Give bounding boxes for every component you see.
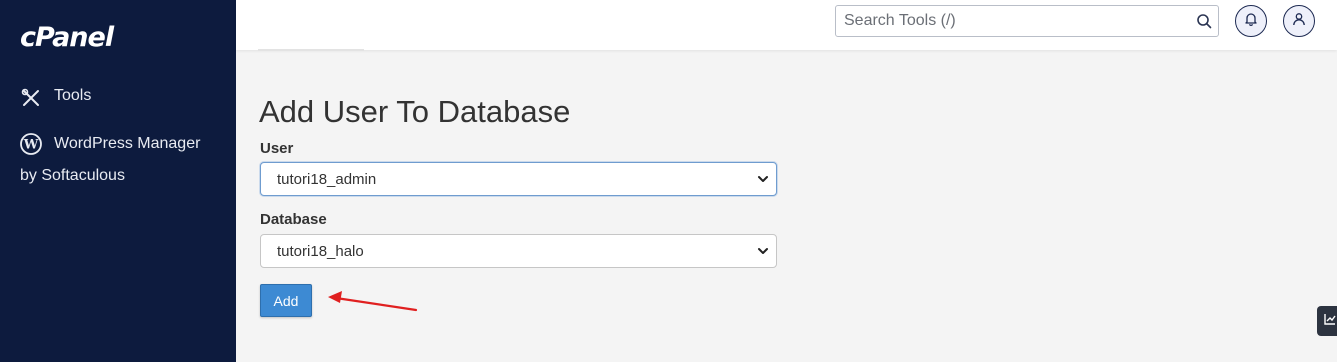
tools-icon — [20, 87, 42, 109]
top-bar — [236, 0, 1337, 50]
svg-text:W: W — [23, 138, 39, 153]
user-select-value: tutori18_admin — [277, 170, 377, 188]
sidebar-item-tools[interactable]: Tools — [20, 87, 91, 109]
chart-icon — [1323, 312, 1337, 331]
sidebar-item-label: WordPress Manager — [54, 135, 201, 152]
page-title: Add User To Database — [259, 94, 571, 129]
chart-widget-button[interactable] — [1317, 306, 1337, 336]
search-icon[interactable] — [1190, 7, 1218, 35]
search-box — [835, 5, 1219, 37]
add-button[interactable]: Add — [260, 284, 312, 317]
user-icon — [1292, 12, 1306, 31]
chevron-down-icon — [756, 172, 770, 186]
sidebar-item-sublabel: by Softaculous — [20, 167, 125, 184]
wordpress-icon: W — [20, 133, 42, 155]
chevron-down-icon — [756, 244, 770, 258]
user-select[interactable]: tutori18_admin — [260, 162, 777, 196]
database-label: Database — [260, 211, 327, 228]
sidebar-item-label: Tools — [54, 87, 92, 104]
user-label: User — [260, 140, 294, 157]
notifications-button[interactable] — [1235, 5, 1267, 37]
database-select[interactable]: tutori18_halo — [260, 234, 777, 268]
annotation-arrow — [328, 291, 418, 312]
sidebar: cPanel Tools W WordPress Manager by Soft… — [0, 0, 236, 362]
tab-divider — [258, 49, 364, 51]
search-input[interactable] — [836, 6, 1190, 36]
bell-icon — [1244, 12, 1258, 31]
cpanel-logo[interactable]: cPanel — [20, 22, 114, 53]
sidebar-item-wordpress-manager[interactable]: W WordPress Manager by Softaculous — [20, 133, 201, 184]
user-menu-button[interactable] — [1283, 5, 1315, 37]
database-select-value: tutori18_halo — [277, 242, 364, 260]
